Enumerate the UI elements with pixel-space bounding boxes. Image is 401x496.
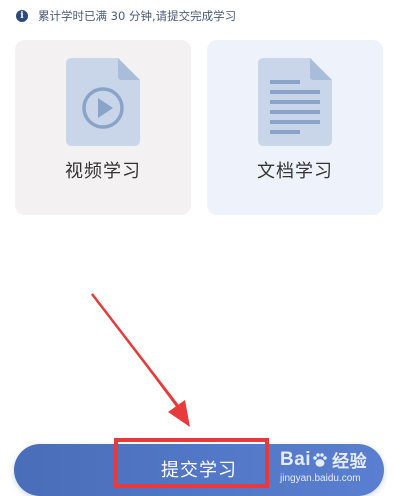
- notice-text: 累计学时已满 30 分钟,请提交完成学习: [38, 9, 237, 23]
- document-file-icon: [258, 58, 332, 146]
- document-learning-card[interactable]: 文档学习: [207, 40, 383, 215]
- paw-icon: [313, 452, 327, 467]
- baidu-jingyan-watermark: Bai 经验 jingyan.baidu.com: [280, 447, 368, 485]
- watermark-brand-left: Bai: [280, 448, 312, 470]
- document-learning-label: 文档学习: [257, 161, 333, 182]
- completion-notice: i 累计学时已满 30 分钟,请提交完成学习: [16, 7, 236, 25]
- video-file-icon: [66, 58, 140, 146]
- annotation-highlight-box: [114, 438, 269, 488]
- video-learning-card[interactable]: 视频学习: [15, 40, 191, 215]
- video-learning-label: 视频学习: [65, 161, 141, 182]
- watermark-brand-right: 经验: [332, 452, 368, 472]
- watermark-url: jingyan.baidu.com: [280, 473, 361, 484]
- info-icon: i: [16, 10, 28, 22]
